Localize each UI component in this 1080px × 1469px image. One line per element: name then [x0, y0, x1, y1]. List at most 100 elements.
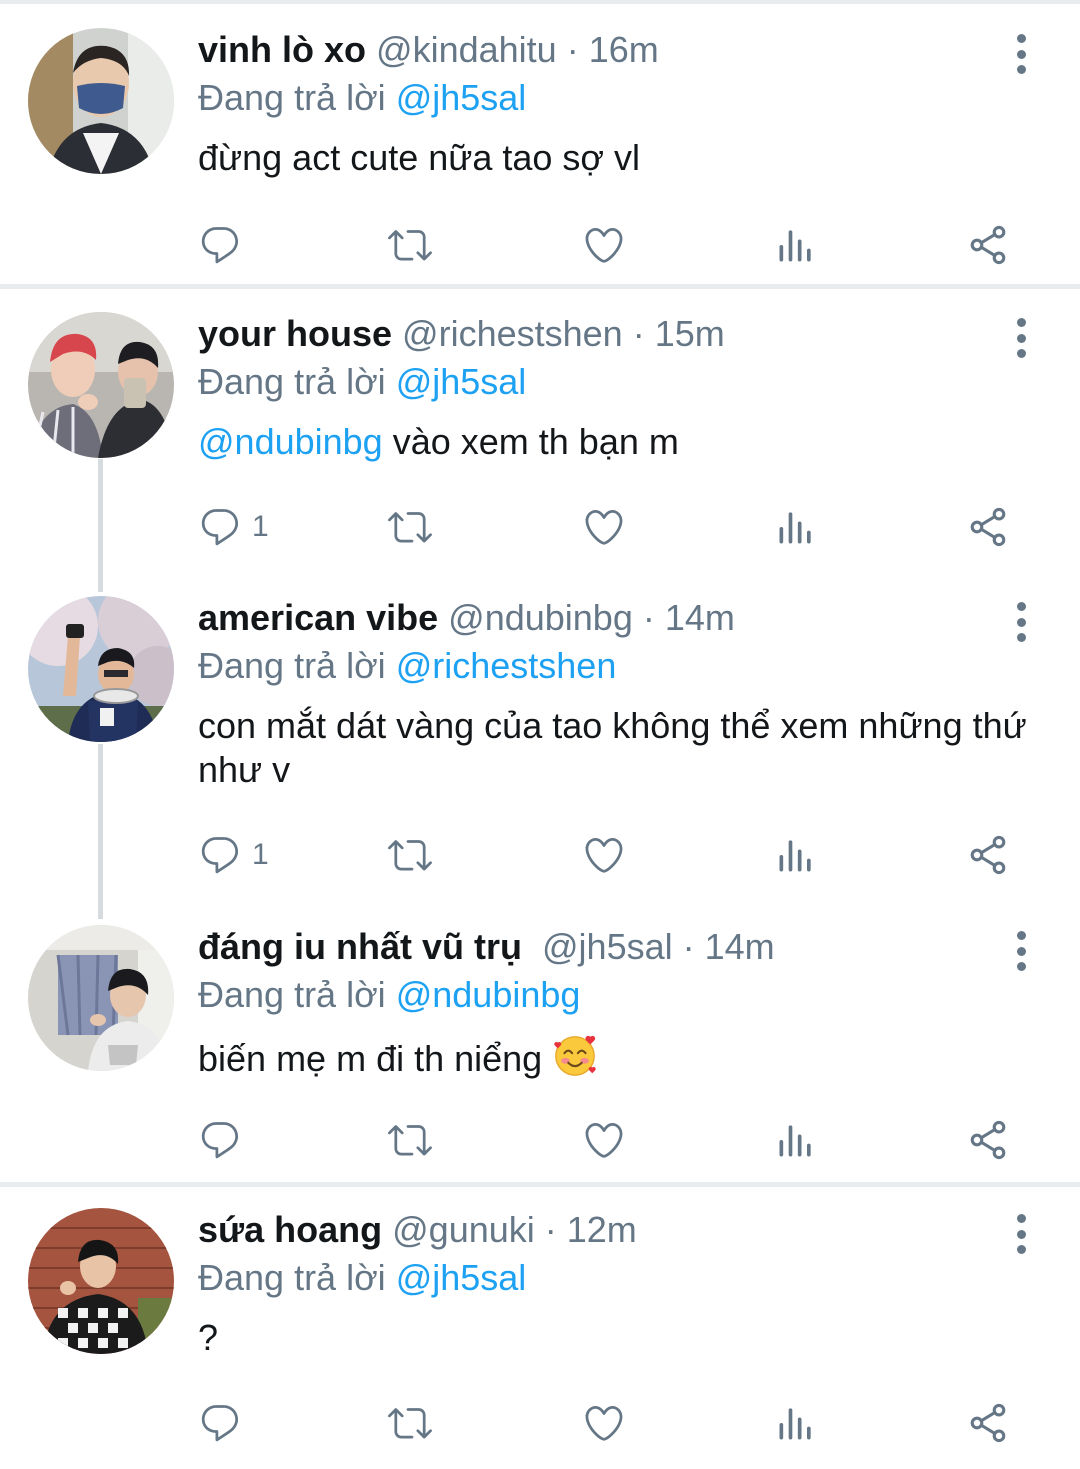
thread-line	[98, 459, 103, 592]
reply-icon	[198, 1401, 242, 1445]
avatar[interactable]	[28, 312, 174, 458]
share-button[interactable]	[966, 830, 1010, 880]
analytics-icon	[774, 1401, 818, 1445]
tweet-text: biến mẹ m đi th niểng	[198, 1033, 1048, 1081]
action-bar	[198, 1398, 1028, 1448]
retweet-button[interactable]	[388, 220, 432, 270]
replying-to: Đang trả lời @jh5sal	[198, 360, 1048, 404]
reply-prefix: Đang trả lời	[198, 974, 386, 1015]
tweet-text: @ndubinbg vào xem th bạn m	[198, 420, 1048, 464]
analytics-button[interactable]	[774, 830, 818, 880]
like-button[interactable]	[582, 830, 626, 880]
more-options-icon[interactable]	[1006, 602, 1036, 642]
timestamp[interactable]: 15m	[655, 313, 725, 354]
avatar[interactable]	[28, 596, 174, 742]
reply-mention[interactable]: @jh5sal	[396, 77, 527, 118]
analytics-button[interactable]	[774, 220, 818, 270]
retweet-button[interactable]	[388, 1115, 432, 1165]
replying-to: Đang trả lời @richestshen	[198, 644, 1048, 688]
tweet-text-content: vào xem th bạn m	[392, 421, 679, 462]
analytics-button[interactable]	[774, 1398, 818, 1448]
reply-prefix: Đang trả lời	[198, 645, 386, 686]
author-name[interactable]: đáng iu nhất vũ trụ	[198, 926, 522, 967]
replying-to: Đang trả lời @ndubinbg	[198, 973, 1048, 1017]
share-button[interactable]	[966, 1115, 1010, 1165]
divider	[0, 1182, 1080, 1187]
author-handle[interactable]: @gunuki	[392, 1209, 535, 1250]
share-button[interactable]	[966, 502, 1010, 552]
more-options-icon[interactable]	[1006, 1214, 1036, 1254]
author-handle[interactable]: @kindahitu	[376, 29, 557, 70]
reply-icon	[198, 505, 242, 549]
retweet-button[interactable]	[388, 502, 432, 552]
action-bar	[198, 220, 1028, 270]
analytics-button[interactable]	[774, 1115, 818, 1165]
share-icon	[966, 833, 1010, 877]
share-button[interactable]	[966, 220, 1010, 270]
avatar[interactable]	[28, 1208, 174, 1354]
reply-button[interactable]: 1	[198, 502, 269, 552]
retweet-icon	[388, 1401, 432, 1445]
like-button[interactable]	[582, 1115, 626, 1165]
share-icon	[966, 505, 1010, 549]
retweet-button[interactable]	[388, 830, 432, 880]
like-button[interactable]	[582, 502, 626, 552]
retweet-button[interactable]	[388, 1398, 432, 1448]
reply-button[interactable]	[198, 1398, 252, 1448]
author-handle[interactable]: @jh5sal	[542, 926, 673, 967]
retweet-icon	[388, 833, 432, 877]
avatar[interactable]	[28, 28, 174, 174]
tweet-text: ?	[198, 1316, 1048, 1360]
reply-count: 1	[252, 510, 269, 543]
reply-mention[interactable]: @jh5sal	[396, 1257, 527, 1298]
separator-dot: ·	[556, 29, 589, 70]
author-name[interactable]: american vibe	[198, 597, 438, 638]
share-button[interactable]	[966, 1398, 1010, 1448]
reply-count: 1	[252, 838, 269, 871]
action-bar: 1	[198, 830, 1028, 880]
top-divider	[0, 0, 1080, 4]
like-icon	[582, 505, 626, 549]
author-handle[interactable]: @ndubinbg	[448, 597, 633, 638]
author-name[interactable]: sứa hoang	[198, 1209, 382, 1250]
share-icon	[966, 223, 1010, 267]
separator-dot: ·	[672, 926, 705, 967]
like-icon	[582, 1118, 626, 1162]
like-icon	[582, 1401, 626, 1445]
more-options-icon[interactable]	[1006, 931, 1036, 971]
reply-button[interactable]	[198, 220, 252, 270]
timestamp[interactable]: 14m	[665, 597, 735, 638]
thread-line	[98, 744, 103, 919]
avatar[interactable]	[28, 925, 174, 1071]
analytics-icon	[774, 505, 818, 549]
author-handle[interactable]: @richestshen	[402, 313, 623, 354]
share-icon	[966, 1401, 1010, 1445]
timestamp[interactable]: 14m	[705, 926, 775, 967]
reply-button[interactable]	[198, 1115, 252, 1165]
like-button[interactable]	[582, 220, 626, 270]
timestamp[interactable]: 16m	[589, 29, 659, 70]
analytics-button[interactable]	[774, 502, 818, 552]
share-icon	[966, 1118, 1010, 1162]
reply-prefix: Đang trả lời	[198, 1257, 386, 1298]
smiling-face-with-hearts-icon	[554, 1035, 596, 1076]
separator-dot: ·	[534, 1209, 567, 1250]
author-name[interactable]: vinh lò xo	[198, 29, 366, 70]
more-options-icon[interactable]	[1006, 34, 1036, 74]
reply-mention[interactable]: @ndubinbg	[396, 974, 581, 1015]
timestamp[interactable]: 12m	[567, 1209, 637, 1250]
separator-dot: ·	[622, 313, 655, 354]
author-name[interactable]: your house	[198, 313, 392, 354]
reply-mention[interactable]: @richestshen	[396, 645, 617, 686]
more-options-icon[interactable]	[1006, 318, 1036, 358]
replying-to: Đang trả lời @jh5sal	[198, 1256, 1048, 1300]
analytics-icon	[774, 223, 818, 267]
like-button[interactable]	[582, 1398, 626, 1448]
text-mention[interactable]: @ndubinbg	[198, 421, 383, 462]
tweet-text-content: con mắt dát vàng của tao không thể xem n…	[198, 705, 1027, 790]
reply-button[interactable]: 1	[198, 830, 269, 880]
divider	[0, 284, 1080, 289]
reply-mention[interactable]: @jh5sal	[396, 361, 527, 402]
reply-icon	[198, 1118, 242, 1162]
tweet-text-content: biến mẹ m đi th niểng	[198, 1038, 543, 1079]
